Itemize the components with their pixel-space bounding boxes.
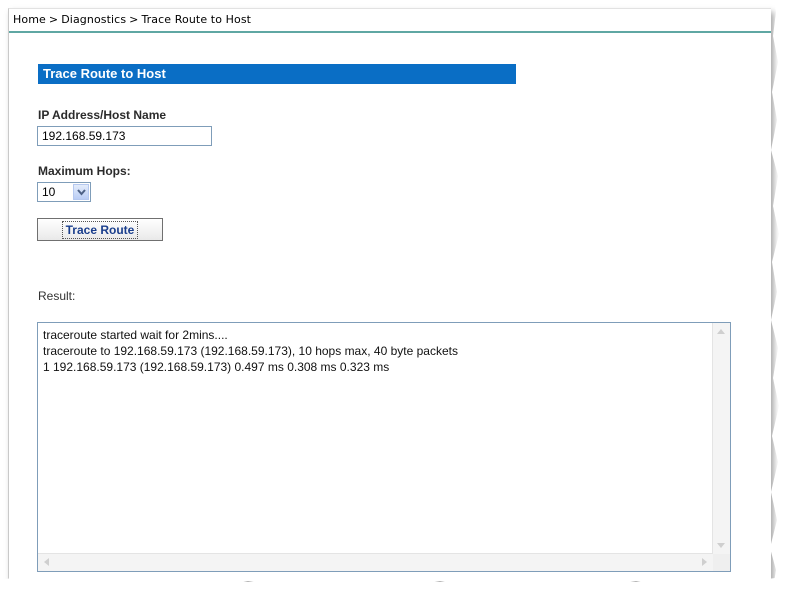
arrow-down-icon[interactable]	[717, 543, 725, 549]
arrow-up-icon[interactable]	[717, 328, 725, 334]
result-line: 1 192.168.59.173 (192.168.59.173) 0.497 …	[43, 360, 390, 374]
result-label: Result:	[38, 289, 76, 303]
result-output: traceroute started wait for 2mins.... tr…	[43, 327, 708, 375]
scrollbar-corner	[713, 554, 730, 571]
chevron-down-icon	[77, 189, 86, 196]
ip-address-input[interactable]	[37, 126, 212, 146]
dropdown-button[interactable]	[73, 184, 89, 200]
result-line: traceroute to 192.168.59.173 (192.168.59…	[43, 344, 458, 358]
arrow-left-icon[interactable]	[43, 558, 49, 566]
max-hops-select[interactable]: 10	[37, 182, 91, 202]
page-container: Home > Diagnostics > Trace Route to Host Tra…	[8, 8, 771, 581]
result-line: traceroute started wait for 2mins....	[43, 328, 228, 342]
breadcrumb-separator: >	[48, 13, 59, 26]
max-hops-label: Maximum Hops:	[38, 164, 131, 178]
breadcrumb-separator: >	[129, 13, 139, 26]
max-hops-value: 10	[42, 185, 56, 199]
breadcrumb-home[interactable]: Home	[13, 13, 46, 26]
result-textarea[interactable]: traceroute started wait for 2mins.... tr…	[37, 322, 731, 572]
breadcrumb-diagnostics[interactable]: Diagnostics	[61, 13, 126, 26]
section-title: Trace Route to Host	[38, 64, 516, 84]
vertical-scrollbar[interactable]	[712, 323, 730, 554]
ip-address-label: IP Address/Host Name	[38, 108, 167, 122]
breadcrumb-current: Trace Route to Host	[141, 13, 252, 26]
horizontal-scrollbar[interactable]	[38, 553, 713, 571]
breadcrumb: Home > Diagnostics > Trace Route to Host	[13, 13, 251, 26]
trace-route-button[interactable]: Trace Route	[37, 218, 163, 241]
arrow-right-icon[interactable]	[702, 558, 708, 566]
trace-route-button-label: Trace Route	[61, 220, 139, 239]
breadcrumb-divider	[9, 31, 771, 33]
